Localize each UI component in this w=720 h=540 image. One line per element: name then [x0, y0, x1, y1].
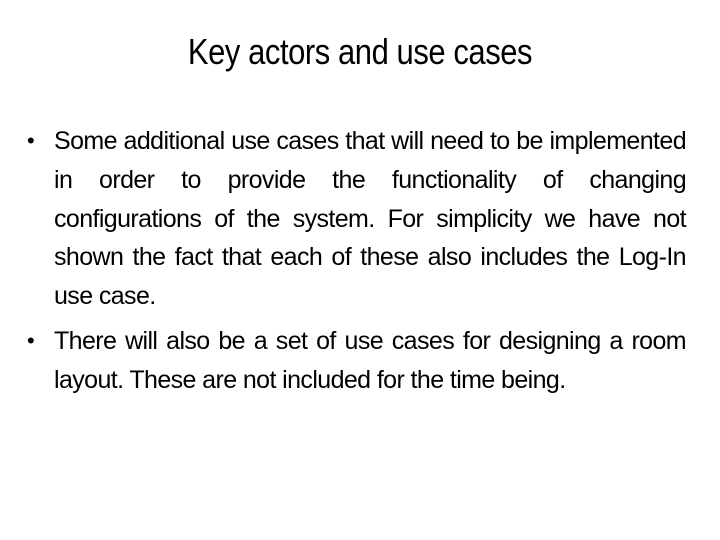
bullet-item: • Some additional use cases that will ne…	[27, 122, 687, 316]
bullet-marker-icon: •	[27, 128, 35, 153]
slide-title: Key actors and use cases	[187, 31, 533, 72]
bullet-marker-icon: •	[27, 327, 35, 353]
bullet-item: • There will also be a set of use cases …	[27, 322, 687, 400]
bullet-text: There will also be a set of use cases fo…	[54, 326, 687, 394]
bullet-text: Some additional use cases that will need…	[54, 127, 687, 311]
bullet-list: • Some additional use cases that will ne…	[27, 122, 687, 406]
slide: Key actors and use cases • Some addition…	[0, 0, 720, 540]
